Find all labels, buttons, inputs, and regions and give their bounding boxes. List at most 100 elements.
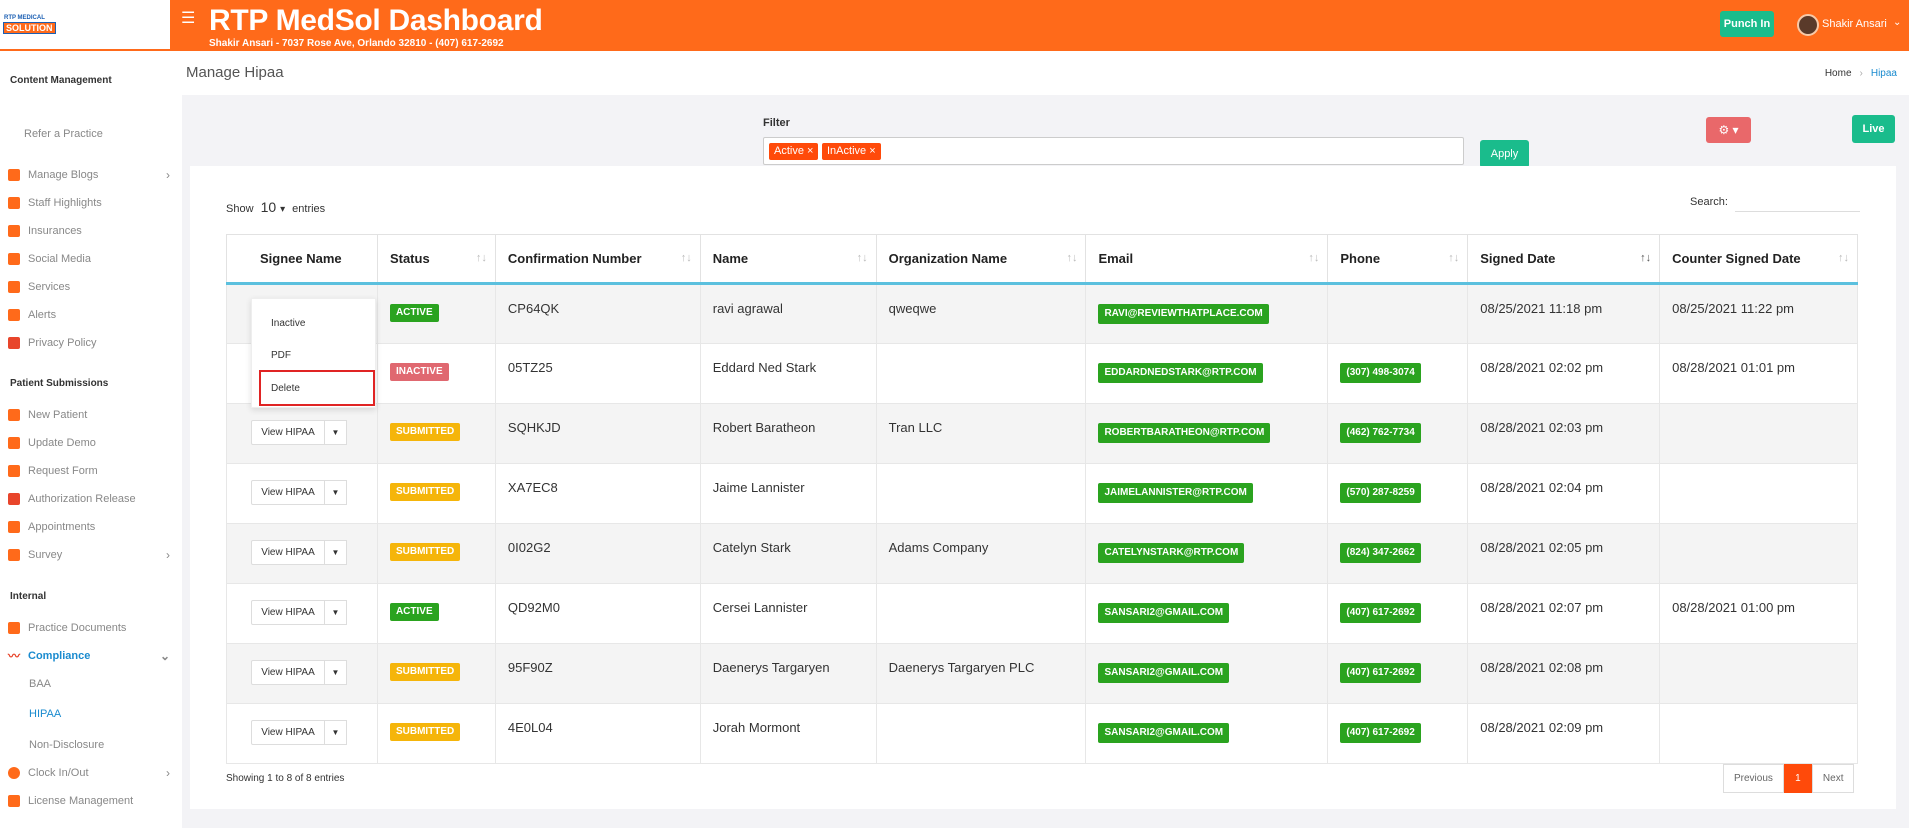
caret-down-icon[interactable]: ▼ <box>325 720 347 745</box>
chevron-down-icon[interactable]: ⌄ <box>1893 17 1901 28</box>
sidebar-item-compliance[interactable]: 〰 Compliance ⌄ <box>8 648 174 664</box>
filter-label: Filter <box>763 117 790 129</box>
view-hipaa-button[interactable]: View HIPAA <box>251 540 325 565</box>
shield-icon <box>8 337 20 349</box>
email-chip[interactable]: SANSARI2@GMAIL.COM <box>1098 663 1230 683</box>
menu-item-inactive[interactable]: Inactive <box>271 318 305 329</box>
search-label: Search: <box>1690 196 1728 208</box>
cell-phone <box>1327 283 1469 344</box>
punch-in-button[interactable]: Punch In <box>1720 11 1774 37</box>
col-confirmation-number[interactable]: Confirmation Number ↑↓ <box>494 234 701 285</box>
col-phone[interactable]: Phone ↑↓ <box>1327 234 1469 285</box>
sidebar-item-survey[interactable]: Survey › <box>8 547 174 563</box>
cell-status: SUBMITTED <box>376 703 496 764</box>
sidebar-item-services[interactable]: Services <box>8 279 174 295</box>
entries-length: Show 10 ▾ entries <box>226 199 325 215</box>
email-chip[interactable]: SANSARI2@GMAIL.COM <box>1098 723 1230 743</box>
sidebar-item-request-form[interactable]: Request Form <box>8 463 174 479</box>
phone-chip[interactable]: (824) 347-2662 <box>1340 543 1421 563</box>
apply-button[interactable]: Apply <box>1480 140 1529 168</box>
col-counter-signed-date[interactable]: Counter Signed Date ↑↓ <box>1659 234 1858 285</box>
next-button[interactable]: Next <box>1811 764 1855 793</box>
chevron-down-icon: ▾ <box>280 204 286 215</box>
col-email[interactable]: Email ↑↓ <box>1085 234 1329 285</box>
view-hipaa-button[interactable]: View HIPAA <box>251 720 325 745</box>
view-hipaa-button[interactable]: View HIPAA <box>251 600 325 625</box>
email-chip[interactable]: RAVI@REVIEWTHATPLACE.COM <box>1098 304 1269 324</box>
sidebar-item-clock-in-out[interactable]: Clock In/Out › <box>8 765 174 781</box>
sidebar-item-insurances[interactable]: Insurances <box>8 223 174 239</box>
live-button[interactable]: Live <box>1852 115 1895 143</box>
col-status[interactable]: Status ↑↓ <box>376 234 496 285</box>
sidebar-subitem-hipaa[interactable]: HIPAA <box>29 708 61 720</box>
email-chip[interactable]: JAIMELANNISTER@RTP.COM <box>1098 483 1253 503</box>
email-chip[interactable]: SANSARI2@GMAIL.COM <box>1098 603 1230 623</box>
page-button-1[interactable]: 1 <box>1783 764 1812 793</box>
view-hipaa-button[interactable]: View HIPAA <box>251 480 325 505</box>
phone-chip[interactable]: (570) 287-8259 <box>1340 483 1421 503</box>
view-hipaa-button[interactable]: View HIPAA <box>251 420 325 445</box>
filter-tag-active[interactable]: Active × <box>769 143 819 160</box>
sidebar-item-practice-documents[interactable]: Practice Documents <box>8 620 174 636</box>
breadcrumb-home[interactable]: Home <box>1825 68 1852 79</box>
settings-button[interactable]: ⚙ ▾ <box>1706 117 1751 143</box>
menu-toggle-icon[interactable]: ☰ <box>181 11 195 27</box>
entries-select-value: 10 <box>260 199 277 215</box>
menu-item-pdf[interactable]: PDF <box>271 350 291 361</box>
previous-button[interactable]: Previous <box>1723 764 1784 793</box>
sidebar-item-new-patient[interactable]: New Patient <box>8 407 174 423</box>
logo[interactable]: RTP MEDICAL SOLUTION <box>0 0 170 51</box>
sidebar-item-appointments[interactable]: Appointments <box>8 519 174 535</box>
table-row: View HIPAA ▼ SUBMITTED XA7EC8 Jaime Lanniste… <box>226 463 1858 524</box>
sidebar-item-social-media[interactable]: Social Media <box>8 251 174 267</box>
chevron-right-icon: › <box>166 168 170 182</box>
sidebar-item-refer[interactable]: Refer a Practice <box>24 126 190 142</box>
cell-email: EDDARDNEDSTARK@RTP.COM <box>1085 343 1329 404</box>
sidebar-subitem-non-disclosure[interactable]: Non-Disclosure <box>29 739 104 751</box>
phone-chip[interactable]: (407) 617-2692 <box>1340 663 1421 683</box>
cell-counter-signed-date: 08/28/2021 01:00 pm <box>1659 583 1858 644</box>
sidebar-item-label: Request Form <box>28 465 98 477</box>
phone-chip[interactable]: (307) 498-3074 <box>1340 363 1421 383</box>
col-organization-name[interactable]: Organization Name ↑↓ <box>875 234 1087 285</box>
view-hipaa-button[interactable]: View HIPAA <box>251 660 325 685</box>
phone-chip[interactable]: (407) 617-2692 <box>1340 603 1421 623</box>
table-header-row: Signee Name Status ↑↓ Confirmation Number… <box>226 234 1858 285</box>
close-icon[interactable]: × <box>869 145 875 157</box>
cell-counter-signed-date: 08/25/2021 11:22 pm <box>1659 283 1858 344</box>
avatar[interactable] <box>1797 14 1819 36</box>
caret-down-icon[interactable]: ▼ <box>325 540 347 565</box>
sidebar-item-license-management[interactable]: License Management <box>8 793 174 809</box>
caret-down-icon[interactable]: ▼ <box>325 600 347 625</box>
email-chip[interactable]: ROBERTBARATHEON@RTP.COM <box>1098 423 1271 443</box>
phone-chip[interactable]: (462) 762-7734 <box>1340 423 1421 443</box>
sidebar-subitem-baa[interactable]: BAA <box>29 678 51 690</box>
col-signee-name[interactable]: Signee Name <box>226 234 378 285</box>
sidebar-item-alerts[interactable]: Alerts <box>8 307 174 323</box>
app-subtitle: Shakir Ansari - 7037 Rose Ave, Orlando 3… <box>209 38 504 49</box>
sidebar-item-privacy-policy[interactable]: Privacy Policy <box>8 335 174 351</box>
filter-input[interactable]: Active × InActive × <box>763 137 1464 165</box>
menu-item-delete[interactable]: Delete <box>271 383 300 394</box>
cell-action: View HIPAA ▼ <box>226 643 378 704</box>
search-input[interactable] <box>1735 194 1860 212</box>
cell-action: View HIPAA ▼ <box>226 583 378 644</box>
col-signed-date[interactable]: Signed Date ↑↓ <box>1467 234 1661 285</box>
caret-down-icon[interactable]: ▼ <box>325 480 347 505</box>
email-chip[interactable]: CATELYNSTARK@RTP.COM <box>1098 543 1245 563</box>
cell-email: CATELYNSTARK@RTP.COM <box>1085 523 1329 584</box>
email-chip[interactable]: EDDARDNEDSTARK@RTP.COM <box>1098 363 1263 383</box>
close-icon[interactable]: × <box>807 145 813 157</box>
sidebar-item-authorization-release[interactable]: Authorization Release <box>8 491 174 507</box>
sidebar-item-manage-blogs[interactable]: Manage Blogs › <box>8 167 174 183</box>
caret-down-icon[interactable]: ▼ <box>325 420 347 445</box>
caret-down-icon[interactable]: ▼ <box>325 660 347 685</box>
col-name[interactable]: Name ↑↓ <box>699 234 877 285</box>
sidebar-item-staff-highlights[interactable]: Staff Highlights <box>8 195 174 211</box>
filter-tag-inactive[interactable]: InActive × <box>822 143 881 160</box>
sidebar-item-update-demo[interactable]: Update Demo <box>8 435 174 451</box>
entries-select[interactable]: 10 ▾ <box>261 199 286 215</box>
phone-chip[interactable]: (407) 617-2692 <box>1340 723 1421 743</box>
user-name[interactable]: Shakir Ansari <box>1822 18 1887 30</box>
sidebar-item-label: Privacy Policy <box>28 337 97 349</box>
